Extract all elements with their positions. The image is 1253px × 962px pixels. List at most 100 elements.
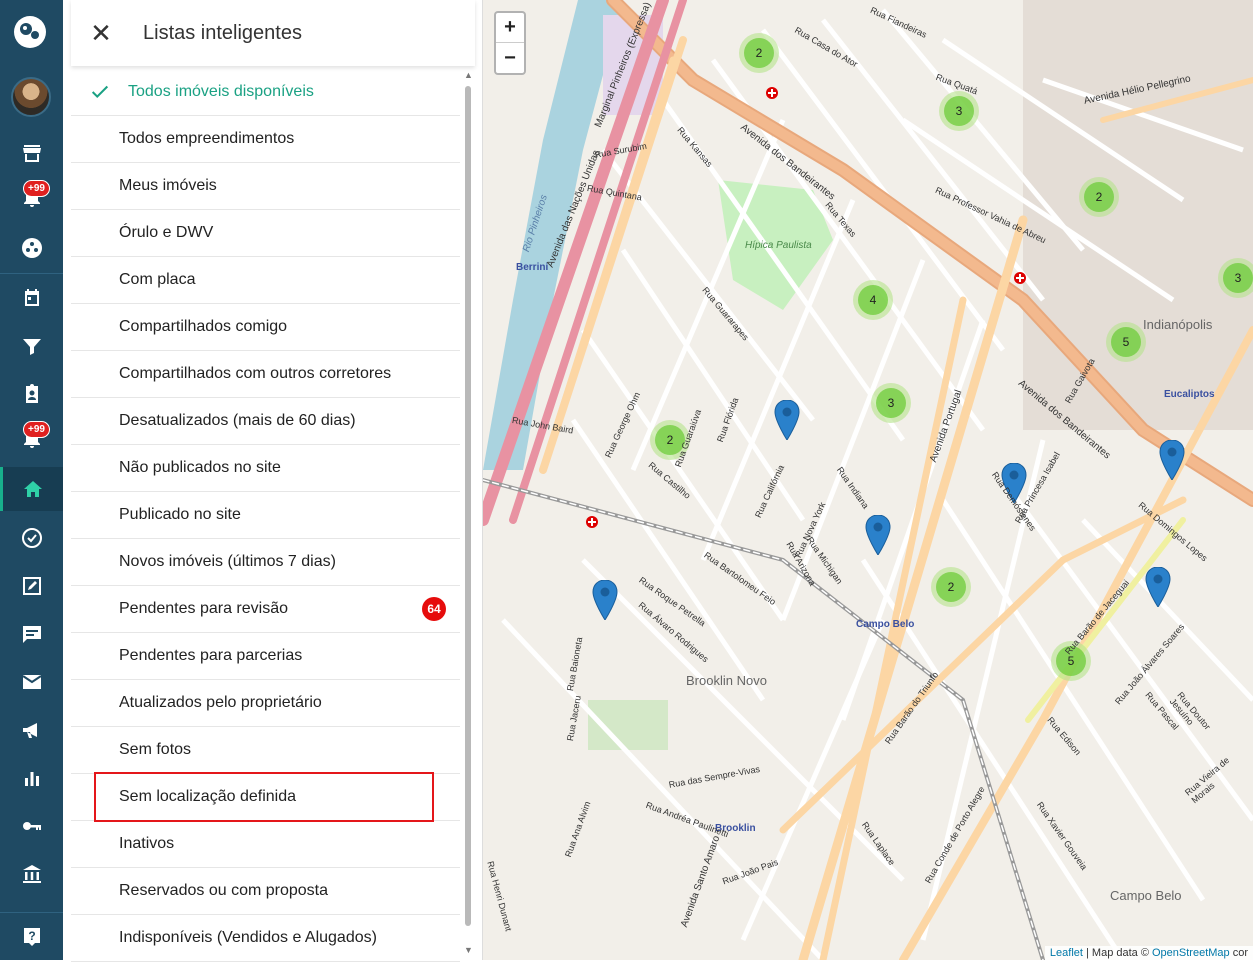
list-item-label: Publicado no site <box>119 506 241 523</box>
cluster-count: 2 <box>1084 182 1114 212</box>
hospital-icon <box>1014 272 1026 284</box>
map-pin-icon[interactable] <box>865 515 891 555</box>
list-item-label: Meus imóveis <box>119 177 217 194</box>
icon-rail: +99 +99 ? <box>0 0 63 960</box>
list-item-label: Pendentes para parcerias <box>119 647 303 664</box>
verified-icon[interactable] <box>0 516 63 560</box>
support-icon[interactable] <box>0 226 63 270</box>
cluster-count: 3 <box>1223 263 1253 293</box>
list-item-com-placa[interactable]: Com placa <box>71 257 460 304</box>
map-cluster[interactable]: 4 <box>853 280 893 320</box>
map-label: Campo Belo <box>1110 888 1182 903</box>
smart-list: Todos imóveis disponíveis Todos empreend… <box>71 69 460 962</box>
list-item-novos-imoveis[interactable]: Novos imóveis (últimos 7 dias) <box>71 539 460 586</box>
calendar-icon[interactable] <box>0 276 63 320</box>
list-item-desatualizados[interactable]: Desatualizados (mais de 60 dias) <box>71 398 460 445</box>
list-item-atualizados-proprietario[interactable]: Atualizados pelo proprietário <box>71 680 460 727</box>
list-item-reservados[interactable]: Reservados ou com proposta <box>71 868 460 915</box>
store-icon[interactable] <box>0 131 63 175</box>
list-item-label: Pendentes para revisão <box>119 600 288 617</box>
map-label: Berrini <box>516 262 549 273</box>
map-cluster[interactable]: 2 <box>739 33 779 73</box>
hospital-icon <box>766 87 778 99</box>
list-item-orulo-dwv[interactable]: Órulo e DWV <box>71 210 460 257</box>
list-item-publicado[interactable]: Publicado no site <box>71 492 460 539</box>
cluster-count: 2 <box>744 38 774 68</box>
cluster-count: 3 <box>876 388 906 418</box>
map-pin-icon[interactable] <box>592 580 618 620</box>
map-cluster[interactable]: 2 <box>1079 177 1119 217</box>
map[interactable]: + − 2 3 2 4 3 3 5 2 2 5 Brooklin Novo In… <box>483 0 1253 960</box>
close-icon[interactable]: ✕ <box>71 0 131 66</box>
map-pin-icon[interactable] <box>1145 567 1171 607</box>
scroll-down-icon[interactable]: ▼ <box>464 945 473 955</box>
leads-badge: +99 <box>23 421 50 438</box>
funnel-icon[interactable] <box>0 324 63 368</box>
app-logo-icon[interactable] <box>12 14 48 50</box>
mail-icon[interactable] <box>0 660 63 704</box>
list-item-nao-publicados[interactable]: Não publicados no site <box>71 445 460 492</box>
key-icon[interactable] <box>0 804 63 848</box>
leads-item[interactable]: +99 <box>0 416 63 460</box>
zoom-out-button[interactable]: − <box>496 43 524 73</box>
edit-document-icon[interactable] <box>0 564 63 608</box>
megaphone-icon[interactable] <box>0 708 63 752</box>
zoom-control: + − <box>494 11 526 75</box>
home-icon[interactable] <box>0 467 63 511</box>
list-item-label: Desatualizados (mais de 60 dias) <box>119 412 356 429</box>
map-attribution: Leaflet | Map data © OpenStreetMap cor <box>1044 946 1253 960</box>
list-item-pendentes-parcerias[interactable]: Pendentes para parcerias <box>71 633 460 680</box>
map-pin-icon[interactable] <box>1159 440 1185 480</box>
avatar[interactable] <box>11 77 51 117</box>
list-item-label: Com placa <box>119 271 196 288</box>
list-item-indisponiveis[interactable]: Indisponíveis (Vendidos e Alugados) <box>71 915 460 962</box>
list-item-label: Reservados ou com proposta <box>119 882 328 899</box>
list-item-label: Novos imóveis (últimos 7 dias) <box>119 553 336 570</box>
scroll-up-icon[interactable]: ▲ <box>464 70 473 80</box>
notifications-item[interactable]: +99 <box>0 175 63 219</box>
map-label: Eucaliptos <box>1164 389 1215 400</box>
hospital-icon <box>586 516 598 528</box>
panel-scrollbar[interactable]: ▲ ▼ <box>461 70 475 960</box>
list-item-label: Atualizados pelo proprietário <box>119 694 322 711</box>
list-item-label: Inativos <box>119 835 175 852</box>
list-item-meus-imoveis[interactable]: Meus imóveis <box>71 163 460 210</box>
map-label: Indianópolis <box>1143 317 1213 332</box>
map-label: Brooklin Novo <box>686 673 767 688</box>
attribution-suffix: cor <box>1229 947 1248 959</box>
map-label: Hípica Paulista <box>745 240 812 251</box>
help-icon[interactable]: ? <box>0 912 63 960</box>
list-item-pendentes-revisao[interactable]: Pendentes para revisão 64 <box>71 586 460 633</box>
osm-link[interactable]: OpenStreetMap <box>1152 947 1230 959</box>
scroll-thumb[interactable] <box>465 86 471 926</box>
list-item-todos-imoveis[interactable]: Todos imóveis disponíveis <box>71 69 460 116</box>
cluster-count: 2 <box>936 572 966 602</box>
notifications-badge: +99 <box>23 180 50 197</box>
list-item-inativos[interactable]: Inativos <box>71 821 460 868</box>
highlight-box <box>94 772 434 822</box>
list-item-label: Sem fotos <box>119 741 192 758</box>
list-item-label: Todos empreendimentos <box>119 130 295 147</box>
cluster-count: 4 <box>858 285 888 315</box>
zoom-in-button[interactable]: + <box>496 13 524 43</box>
check-icon <box>91 85 109 99</box>
list-item-todos-empreendimentos[interactable]: Todos empreendimentos <box>71 116 460 163</box>
map-cluster[interactable]: 5 <box>1106 322 1146 362</box>
chart-icon[interactable] <box>0 756 63 800</box>
list-item-label: Indisponíveis (Vendidos e Alugados) <box>119 929 377 946</box>
bank-icon[interactable] <box>0 852 63 896</box>
map-cluster[interactable]: 3 <box>871 383 911 423</box>
chat-icon[interactable] <box>0 612 63 656</box>
list-item-compartilhados-outros[interactable]: Compartilhados com outros corretores <box>71 351 460 398</box>
list-item-sem-fotos[interactable]: Sem fotos <box>71 727 460 774</box>
attribution-text: | Map data © <box>1082 947 1152 959</box>
map-cluster[interactable]: 3 <box>939 91 979 131</box>
panel-title: Listas inteligentes <box>143 21 302 44</box>
map-cluster[interactable]: 2 <box>931 567 971 607</box>
list-item-label: Compartilhados com outros corretores <box>119 365 392 382</box>
map-cluster[interactable]: 3 <box>1218 258 1253 298</box>
map-pin-icon[interactable] <box>774 400 800 440</box>
list-item-compartilhados-comigo[interactable]: Compartilhados comigo <box>71 304 460 351</box>
leaflet-link[interactable]: Leaflet <box>1050 947 1083 959</box>
clipboard-user-icon[interactable] <box>0 372 63 416</box>
